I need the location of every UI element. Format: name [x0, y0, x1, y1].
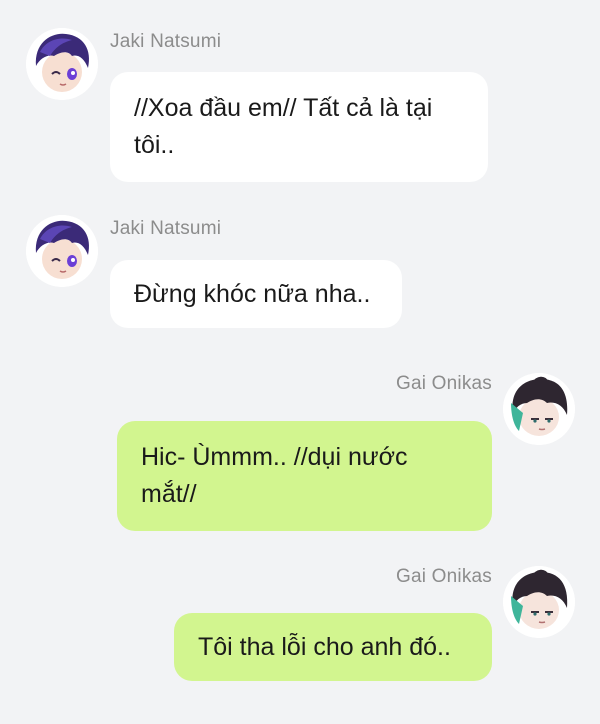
message-bubble[interactable]: //Xoa đầu em// Tất cả là tại tôi..: [110, 72, 488, 182]
gai-avatar-icon[interactable]: [503, 566, 575, 638]
message-bubble[interactable]: Tôi tha lỗi cho anh đó..: [174, 613, 492, 681]
sender-name: Jaki Natsumi: [110, 31, 222, 52]
sender-name: Gai Onikas: [396, 373, 492, 394]
sender-name: Jaki Natsumi: [110, 218, 222, 239]
message-bubble[interactable]: Hic- Ùmmm.. //dụi nước mắt//: [117, 421, 492, 531]
jaki-avatar-icon[interactable]: [26, 215, 98, 287]
sender-name: Gai Onikas: [396, 566, 492, 587]
gai-avatar-icon[interactable]: [503, 373, 575, 445]
jaki-avatar-icon[interactable]: [26, 28, 98, 100]
message-bubble[interactable]: Đừng khóc nữa nha..: [110, 260, 402, 328]
